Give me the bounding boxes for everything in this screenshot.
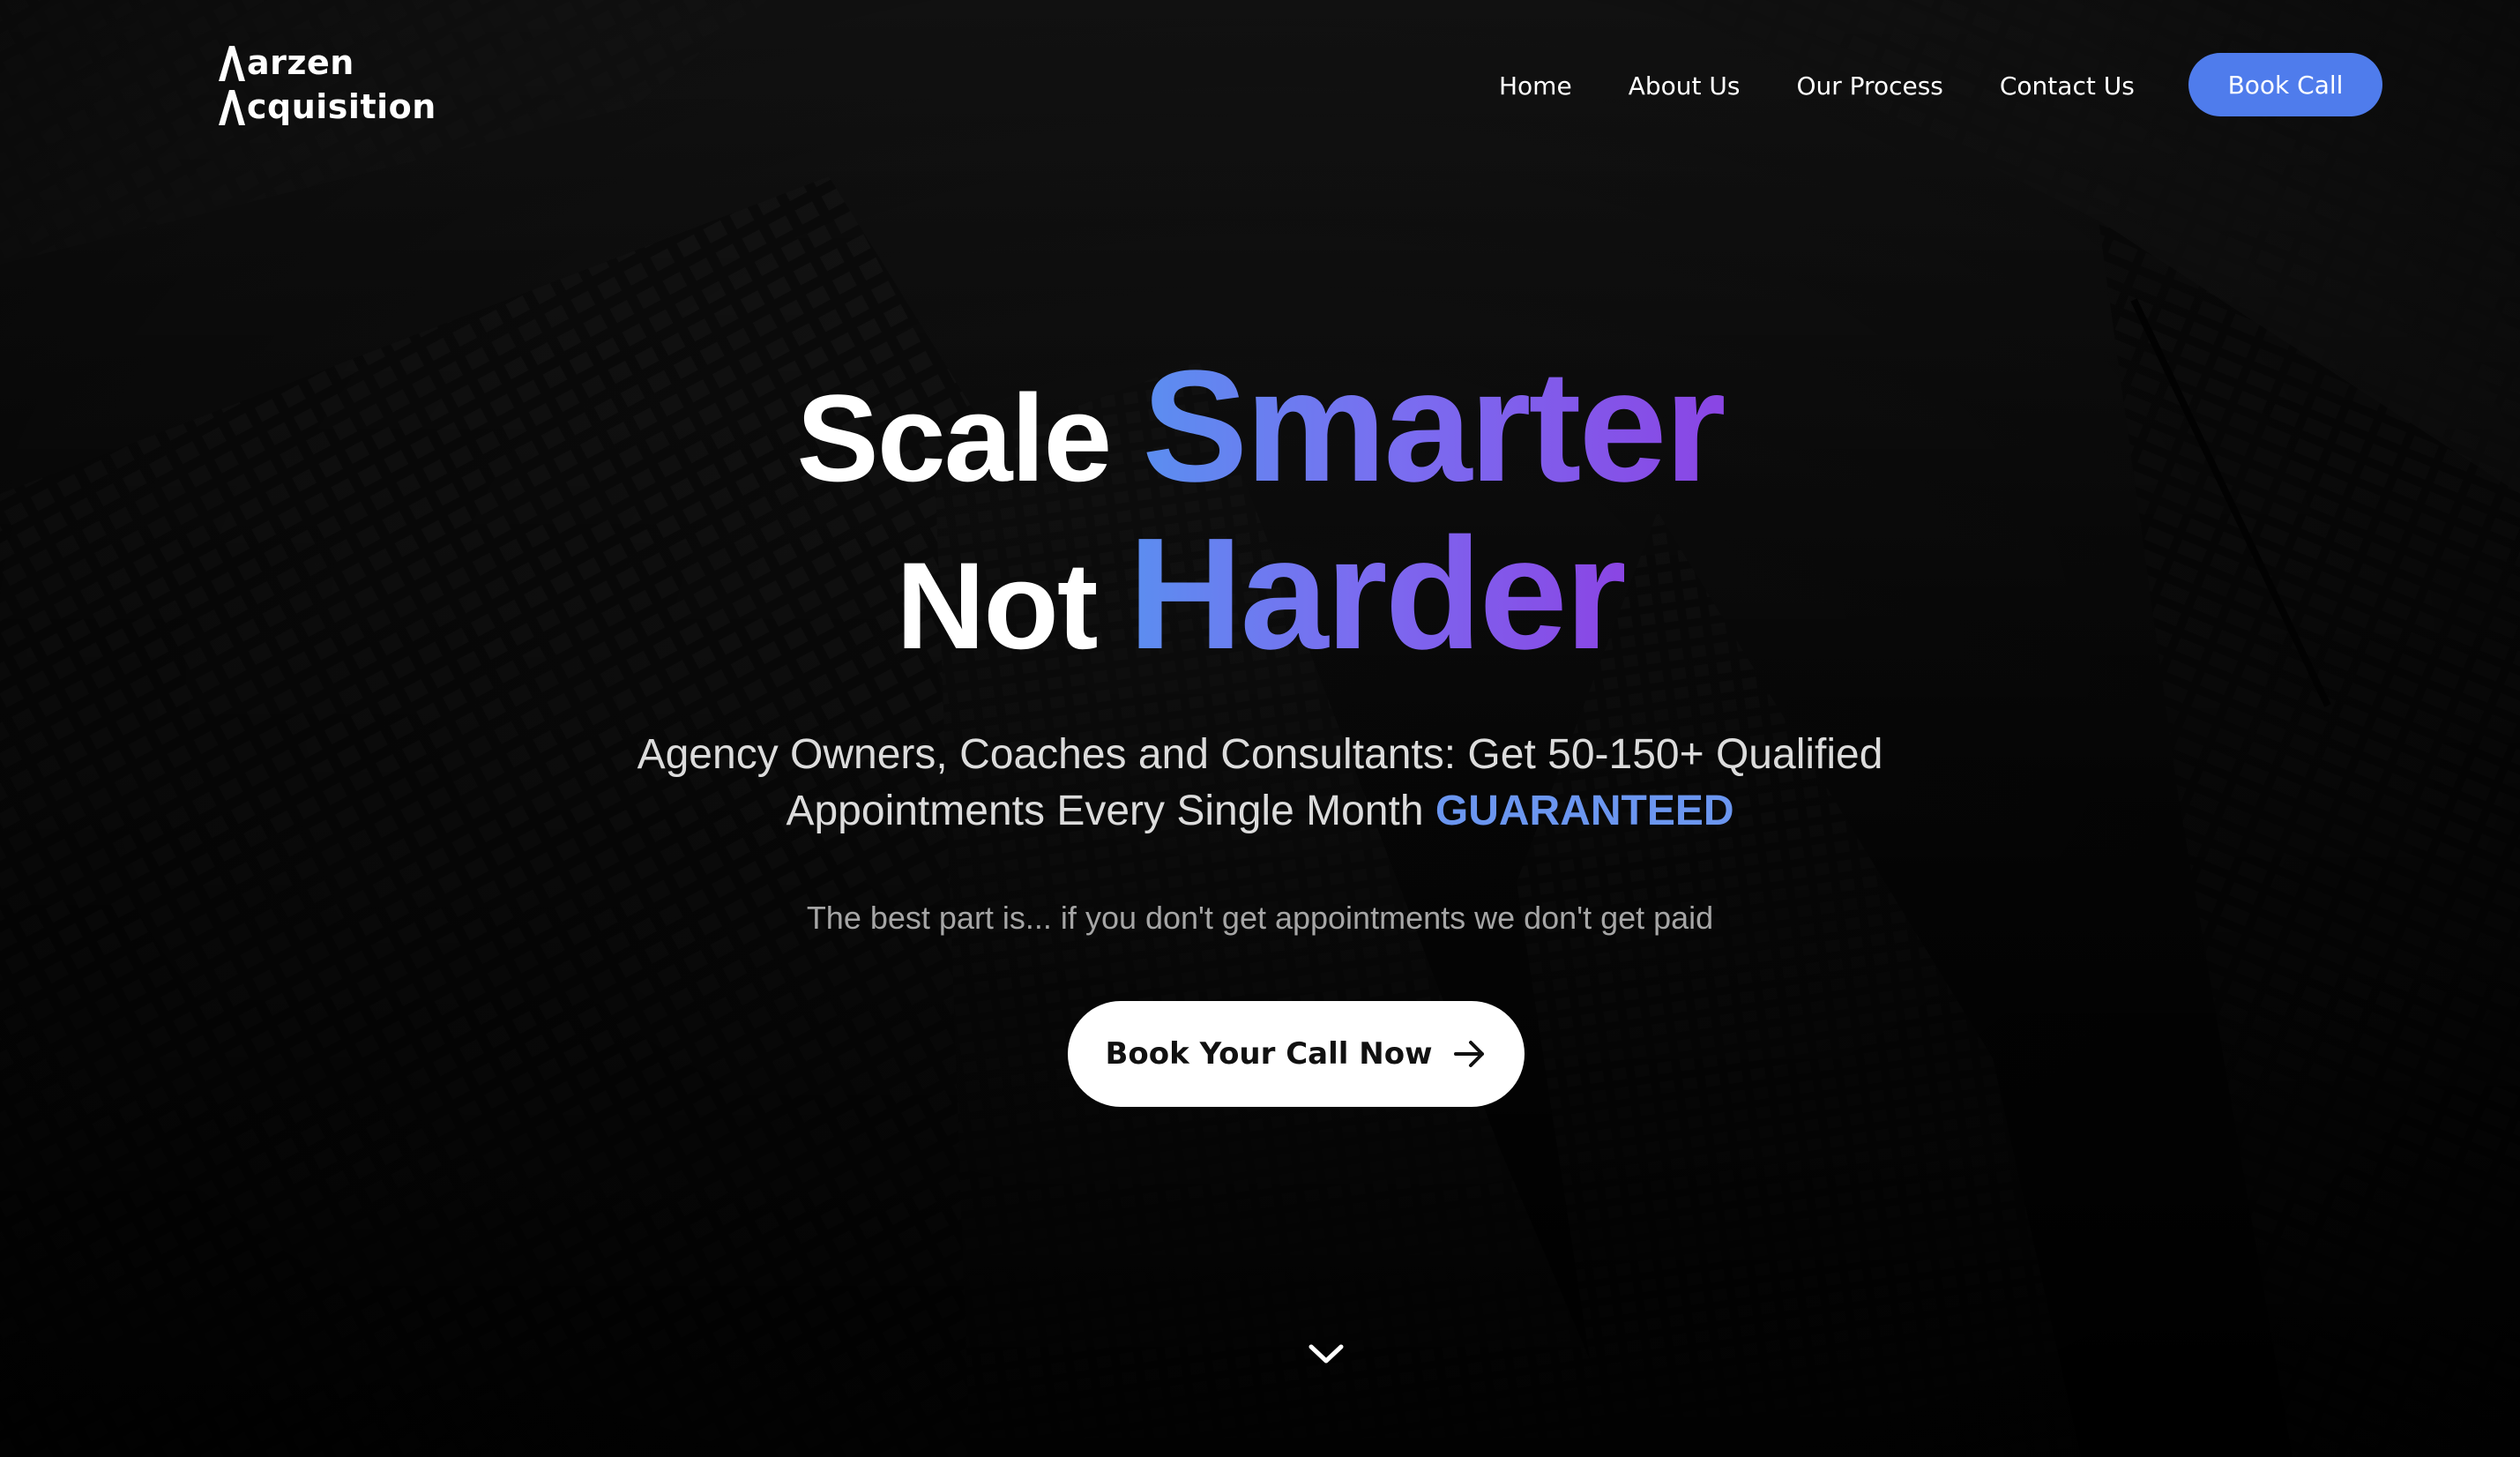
headline-line-1: Scale Smarter [0, 335, 2520, 518]
guaranteed-highlight: GUARANTEED [1435, 788, 1734, 834]
nav-link-our-process[interactable]: Our Process [1796, 71, 1942, 101]
headline-word-not: Not [896, 536, 1098, 675]
logo-line-1: arzen [215, 44, 354, 81]
headline-word-harder: Harder [1128, 505, 1626, 683]
logo-line-2: cquisition [215, 88, 436, 125]
subtitle-line-2-text: Appointments Every Single Month [786, 788, 1424, 834]
lambda-a-icon [219, 46, 245, 81]
headline-word-scale: Scale [796, 369, 1112, 507]
brand-logo[interactable]: arzen cquisition [215, 44, 436, 132]
cta-label: Book Your Call Now [1105, 1036, 1433, 1072]
headline-line-2: Not Harder [0, 503, 2520, 685]
top-navbar: arzen cquisition Home About Us Our Proce… [0, 0, 2520, 176]
lambda-a-icon [219, 90, 245, 125]
book-your-call-button[interactable]: Book Your Call Now [1068, 1001, 1525, 1107]
hero-section: arzen cquisition Home About Us Our Proce… [0, 0, 2520, 1457]
nav-links: Home About Us Our Process Contact Us [1499, 53, 2191, 118]
logo-word-2: cquisition [247, 87, 436, 126]
book-call-button[interactable]: Book Call [2188, 53, 2382, 116]
headline-word-smarter: Smarter [1142, 338, 1726, 515]
chevron-down-icon[interactable] [1307, 1341, 1346, 1367]
guarantee-note: The best part is... if you don't get app… [806, 900, 1714, 936]
nav-link-contact-us[interactable]: Contact Us [2000, 71, 2135, 101]
subtitle-line-2: Appointments Every Single Month GUARANTE… [0, 783, 2520, 840]
nav-link-about-us[interactable]: About Us [1629, 71, 1741, 101]
subtitle-line-1: Agency Owners, Coaches and Consultants: … [637, 731, 1883, 778]
logo-word-1: arzen [247, 43, 354, 82]
arrow-right-icon [1453, 1041, 1484, 1067]
nav-link-home[interactable]: Home [1499, 71, 1572, 101]
